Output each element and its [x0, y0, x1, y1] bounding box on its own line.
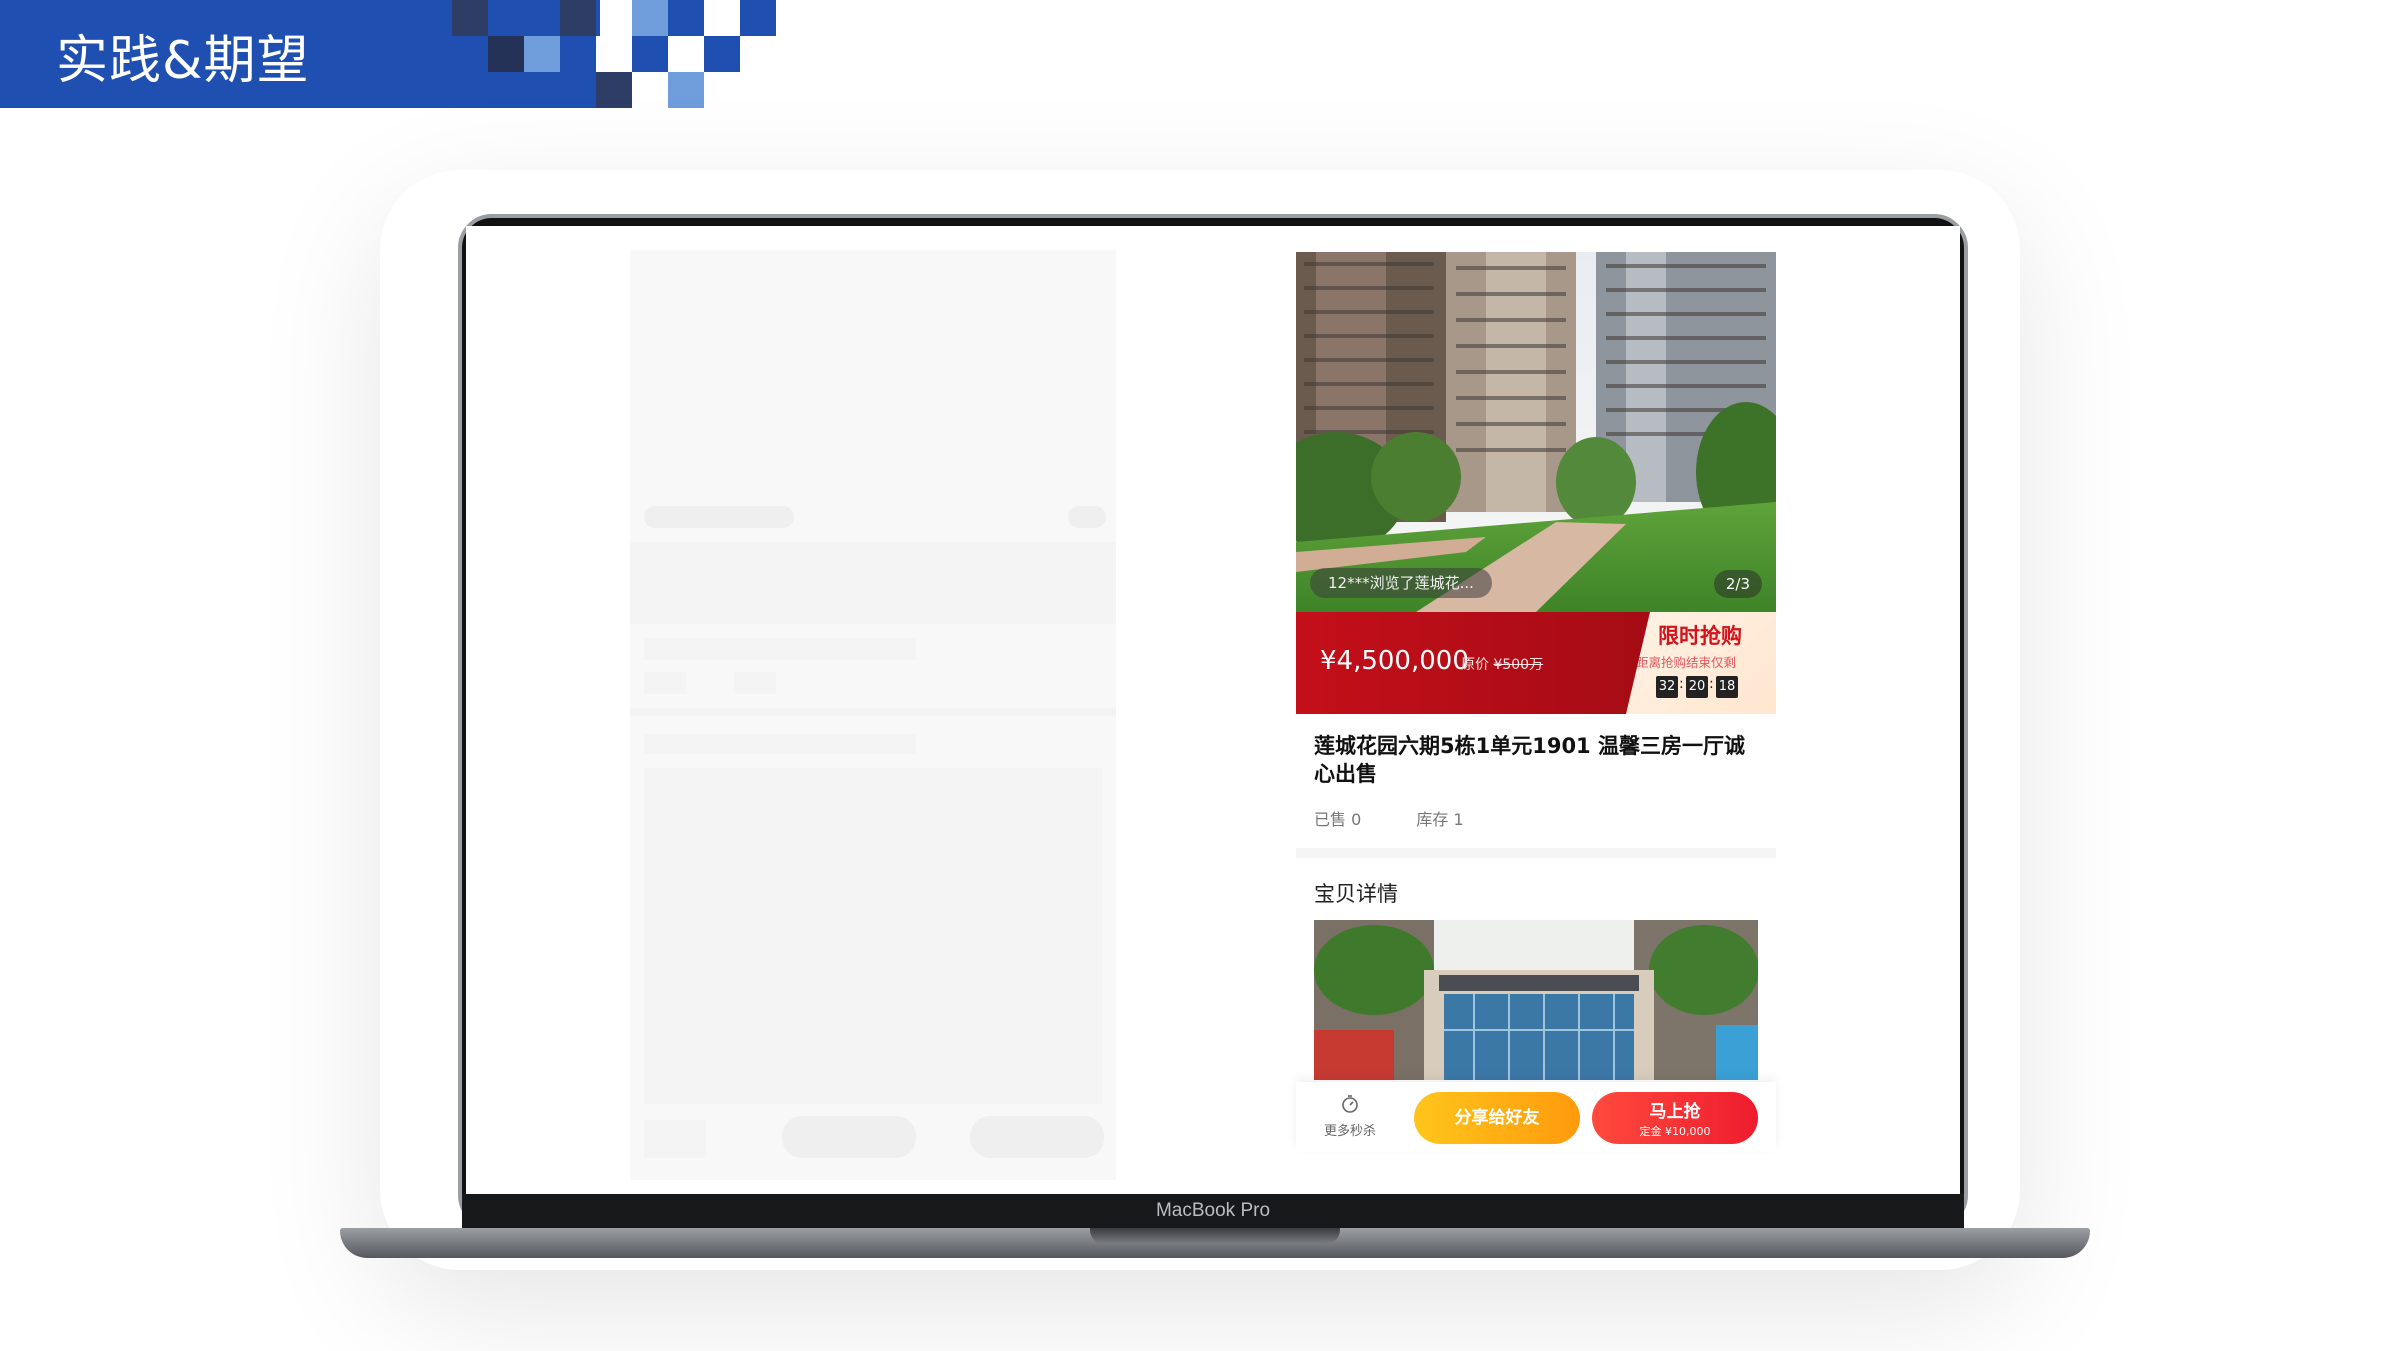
buy-now-button[interactable]: 马上抢 定金 ¥10,000 [1592, 1092, 1758, 1144]
skeleton-divider [630, 708, 1116, 716]
skeleton-tag [644, 672, 686, 694]
flash-sale-subtitle: 距离抢购结束仅剩 [1636, 655, 1737, 670]
detail-photo[interactable] [1314, 920, 1758, 1080]
banner-pixel [524, 36, 560, 72]
laptop-screen: 12***浏览了莲城花... 2/3 ¥4,500,000 原价 ¥500万 限… [466, 226, 1960, 1194]
product-page: 12***浏览了莲城花... 2/3 ¥4,500,000 原价 ¥500万 限… [1296, 252, 1776, 1152]
section-divider [1296, 848, 1776, 858]
countdown-minutes: 20 [1686, 676, 1708, 698]
skeleton-line [644, 638, 916, 660]
detail-heading: 宝贝详情 [1314, 882, 1398, 906]
skeleton-dot [1068, 506, 1106, 528]
skeleton-button [782, 1116, 916, 1158]
skeleton-line [644, 734, 916, 754]
countdown-separator: : [1679, 676, 1684, 692]
banner-pixel [596, 72, 632, 108]
skeleton-banner [630, 542, 1116, 624]
banner-pixel [740, 0, 776, 36]
product-photo[interactable]: 12***浏览了莲城花... 2/3 [1296, 252, 1776, 612]
original-price-value: ¥500万 [1493, 657, 1544, 673]
banner-pixel [668, 0, 704, 36]
entrance-photo [1314, 920, 1758, 1080]
product-stats: 已售 0 库存 1 [1314, 806, 1514, 830]
more-flash-sales[interactable]: 更多秒杀 [1310, 1094, 1390, 1139]
sold-count: 已售 0 [1314, 810, 1362, 829]
building-photo [1296, 252, 1776, 612]
countdown-hours: 32 [1656, 676, 1678, 698]
image-index-badge: 2/3 [1713, 570, 1762, 598]
slide-title-banner: 实践&期望 [0, 0, 780, 108]
skeleton-tag [734, 672, 776, 694]
product-title: 莲城花园六期5栋1单元1901 温馨三房一厅诚心出售 [1314, 734, 1745, 786]
buy-now-label: 马上抢 [1649, 1102, 1701, 1122]
skeleton-line [644, 506, 794, 528]
banner-pixel [704, 36, 740, 72]
countdown-seconds: 18 [1716, 676, 1738, 698]
deposit-label: 定金 ¥10,000 [1639, 1125, 1711, 1138]
share-button[interactable]: 分享给好友 [1414, 1092, 1580, 1144]
laptop-chin: MacBook Pro [462, 1194, 1964, 1230]
stock-count: 库存 1 [1416, 810, 1464, 829]
bottom-action-bar: 更多秒杀 分享给好友 马上抢 定金 ¥10,000 [1296, 1082, 1776, 1152]
laptop-notch [1090, 1228, 1340, 1244]
original-price: 原价 ¥500万 [1461, 654, 1543, 674]
laptop-brand-label: MacBook Pro [1155, 1200, 1271, 1221]
skeleton-button [970, 1116, 1104, 1158]
flash-sale-title: 限时抢购 [1658, 624, 1742, 648]
flash-sale-panel: 限时抢购 距离抢购结束仅剩 32 : 20 : 18 [1626, 612, 1776, 714]
banner-pixel [488, 36, 524, 72]
banner-pixel [452, 0, 488, 36]
viewer-notice-badge: 12***浏览了莲城花... [1310, 568, 1492, 598]
banner-pixel [596, 36, 632, 72]
stopwatch-icon [1340, 1094, 1360, 1114]
slide-title: 实践&期望 [56, 31, 310, 91]
price-bar: ¥4,500,000 原价 ¥500万 限时抢购 距离抢购结束仅剩 32 : 2… [1296, 612, 1776, 714]
skeleton-icon [644, 1120, 706, 1158]
banner-pixel [668, 72, 704, 108]
more-flash-sales-label: 更多秒杀 [1323, 1124, 1376, 1139]
original-price-label: 原价 [1461, 657, 1489, 673]
banner-pixel [560, 0, 596, 36]
sale-price: ¥4,500,000 [1320, 646, 1469, 676]
skeleton-image [644, 768, 1102, 1104]
banner-pixel [632, 36, 668, 72]
banner-pixel [632, 0, 668, 36]
countdown-separator: : [1709, 676, 1714, 692]
